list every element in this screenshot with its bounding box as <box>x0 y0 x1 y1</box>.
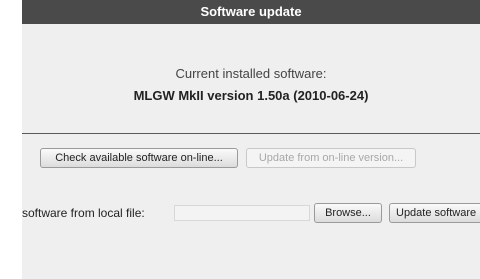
update-software-button[interactable]: Update software <box>389 203 480 223</box>
check-online-button[interactable]: Check available software on-line... <box>40 148 238 168</box>
panel-title: Software update <box>22 0 480 24</box>
current-software-version: MLGW MkII version 1.50a (2010-06-24) <box>133 88 369 103</box>
local-file-input[interactable] <box>174 205 310 221</box>
local-file-label: software from local file: <box>22 206 145 220</box>
current-software-label: Current installed software: <box>175 66 327 81</box>
browse-button[interactable]: Browse... <box>314 203 382 223</box>
software-update-panel: Software update Current installed softwa… <box>22 0 480 279</box>
update-online-button[interactable]: Update from on-line version... <box>246 148 416 168</box>
section-divider <box>22 133 480 134</box>
